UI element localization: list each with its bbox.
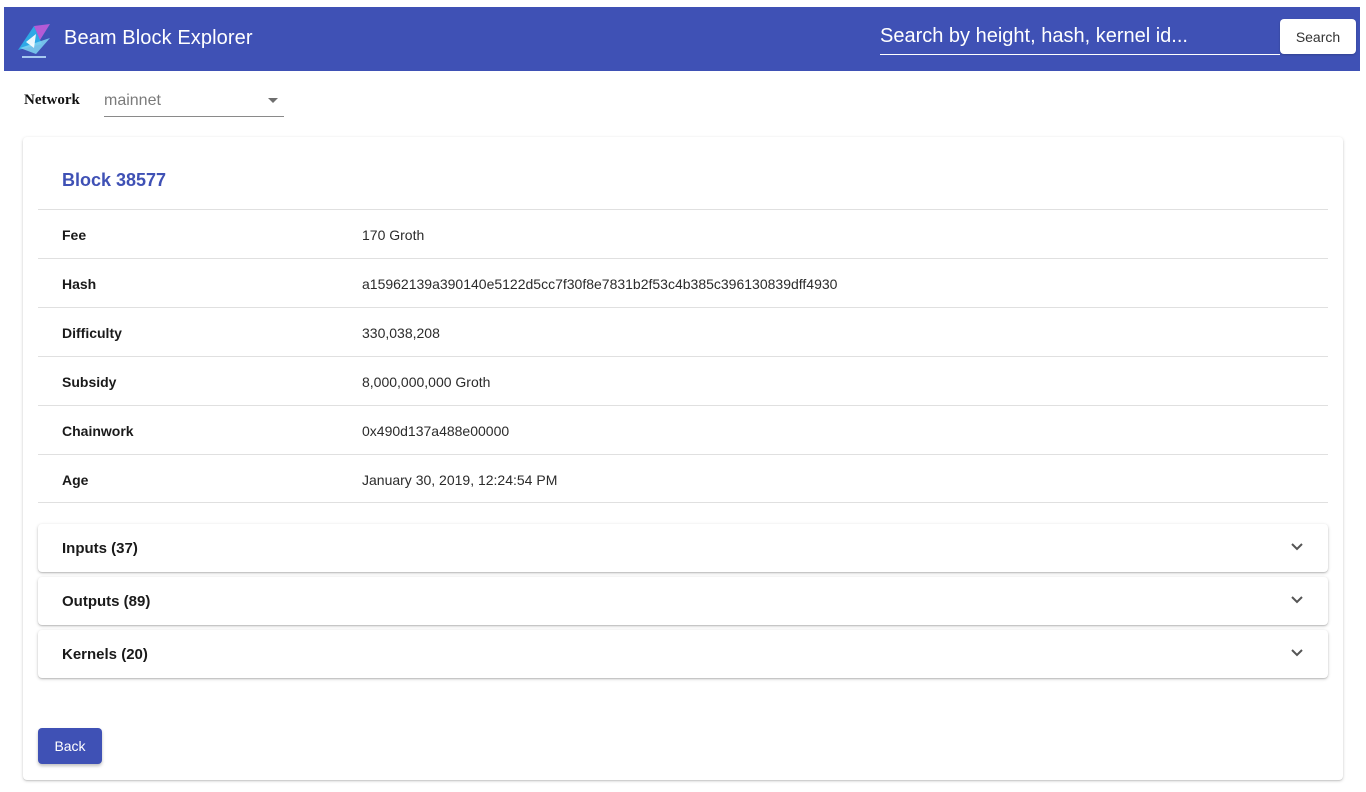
beam-logo-icon[interactable]: [14, 20, 54, 60]
detail-row-subsidy: Subsidy 8,000,000,000 Groth: [38, 356, 1328, 405]
detail-row-difficulty: Difficulty 330,038,208: [38, 307, 1328, 356]
detail-row-chainwork: Chainwork 0x490d137a488e00000: [38, 405, 1328, 454]
detail-value: 0x490d137a488e00000: [362, 423, 510, 439]
network-selected-value: mainnet: [104, 92, 161, 109]
detail-row-age: Age January 30, 2019, 12:24:54 PM: [38, 454, 1328, 503]
detail-key: Age: [62, 472, 89, 488]
inputs-expansion-panel[interactable]: Inputs (37): [38, 524, 1328, 572]
back-button[interactable]: Back: [38, 728, 102, 764]
search-button[interactable]: Search: [1280, 19, 1356, 54]
detail-row-fee: Fee 170 Groth: [38, 209, 1328, 258]
detail-value: a15962139a390140e5122d5cc7f30f8e7831b2f5…: [362, 276, 838, 292]
block-title: Block 38577: [62, 170, 167, 190]
app-bar: Beam Block Explorer Search: [4, 7, 1360, 71]
block-card: Block 38577 Fee 170 Groth Hash a15962139…: [23, 137, 1343, 780]
block-details-table: Fee 170 Groth Hash a15962139a390140e5122…: [38, 209, 1328, 503]
detail-key: Chainwork: [62, 423, 134, 439]
chevron-down-icon[interactable]: [1290, 540, 1304, 554]
chevron-down-icon[interactable]: [1290, 646, 1304, 660]
detail-value: 330,038,208: [362, 325, 440, 341]
kernels-expansion-panel[interactable]: Kernels (20): [38, 630, 1328, 678]
kernels-panel-label: Kernels (20): [62, 646, 148, 663]
detail-value: January 30, 2019, 12:24:54 PM: [362, 472, 558, 488]
app-title: Beam Block Explorer: [64, 27, 253, 49]
inputs-panel-label: Inputs (37): [62, 540, 138, 557]
dropdown-arrow-icon: [268, 98, 278, 103]
detail-key: Subsidy: [62, 374, 117, 390]
detail-key: Difficulty: [62, 325, 122, 341]
search-input[interactable]: [880, 19, 1280, 55]
detail-value: 170 Groth: [362, 227, 425, 243]
outputs-panel-label: Outputs (89): [62, 593, 151, 610]
outputs-expansion-panel[interactable]: Outputs (89): [38, 577, 1328, 625]
detail-value: 8,000,000,000 Groth: [362, 374, 491, 390]
network-select[interactable]: mainnet: [104, 86, 284, 117]
network-label: Network: [24, 92, 80, 108]
chevron-down-icon[interactable]: [1290, 593, 1304, 607]
detail-key: Hash: [62, 276, 97, 292]
detail-key: Fee: [62, 227, 87, 243]
detail-row-hash: Hash a15962139a390140e5122d5cc7f30f8e783…: [38, 258, 1328, 307]
